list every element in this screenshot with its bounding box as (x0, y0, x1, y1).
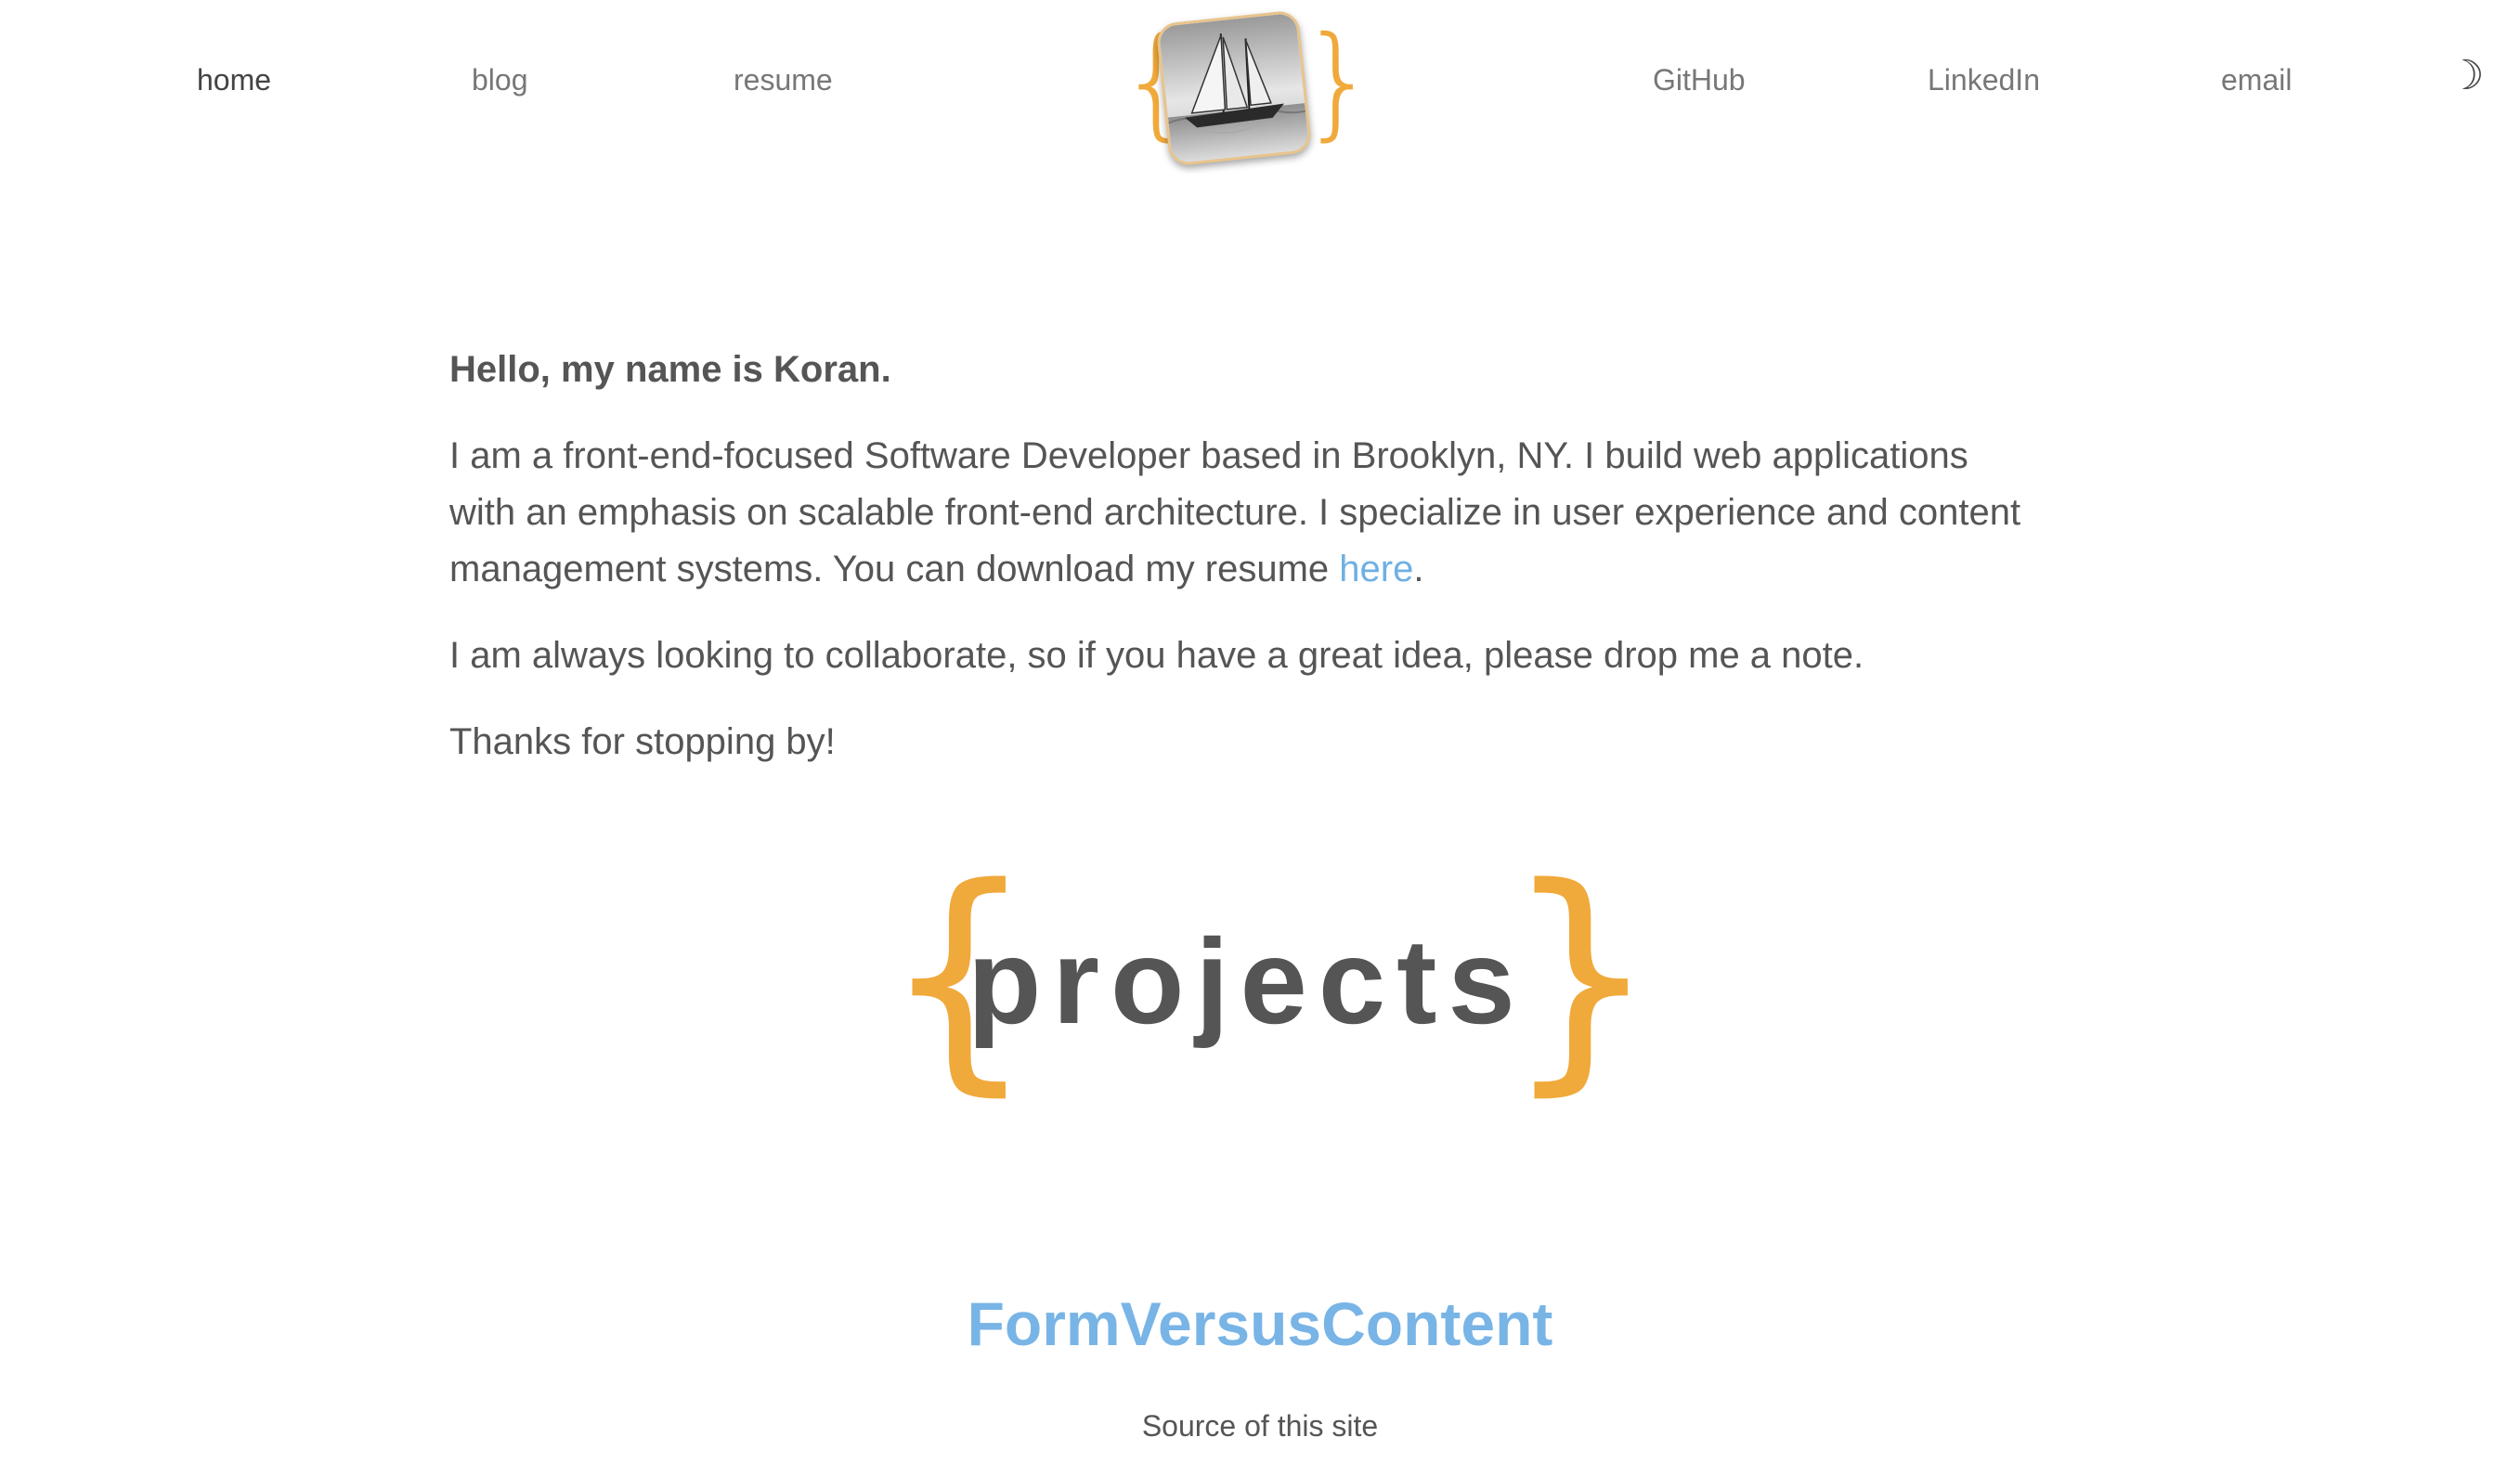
site-logo[interactable]: {} (1118, 9, 1378, 167)
nav-linkedin-link[interactable]: LinkedIn (1928, 63, 2040, 97)
project-title-link[interactable]: FormVersusContent (0, 1288, 2520, 1359)
project-description: Source of this site (1141, 1409, 1379, 1443)
projects-heading: { projects } (882, 856, 1657, 1105)
nav-email-link[interactable]: email (2221, 63, 2292, 97)
logo-brace-right: } (1300, 10, 1378, 153)
nav-resume-link[interactable]: resume (734, 63, 833, 97)
top-nav: home blog resume {} GitHub LinkedIn ema… (0, 0, 2520, 176)
sailboat-avatar-icon (1155, 9, 1313, 167)
nav-github-link[interactable]: GitHub (1653, 63, 1746, 97)
projects-brace-right: } (1504, 836, 1658, 1117)
greeting-heading: Hello, my name is Koran. (449, 349, 891, 390)
collaborate-paragraph: I am always looking to collaborate, so i… (449, 635, 1864, 676)
intro-paragraph: I am a front-end-focused Software Develo… (449, 428, 2028, 598)
nav-blog-link[interactable]: blog (472, 63, 528, 97)
intro-period: . (1413, 549, 1424, 589)
thanks-paragraph: Thanks for stopping by! (449, 721, 836, 762)
resume-download-link[interactable]: here (1339, 549, 1413, 589)
intro-text: I am a front-end-focused Software Develo… (449, 435, 2021, 589)
nav-home-link[interactable]: home (197, 63, 271, 97)
sailboat-image (1158, 12, 1313, 164)
projects-title: projects (968, 913, 1526, 1049)
dark-mode-moon-icon[interactable]: ☽ (2448, 56, 2484, 97)
intro-section: Hello, my name is Koran. I am a front-en… (449, 342, 2028, 800)
